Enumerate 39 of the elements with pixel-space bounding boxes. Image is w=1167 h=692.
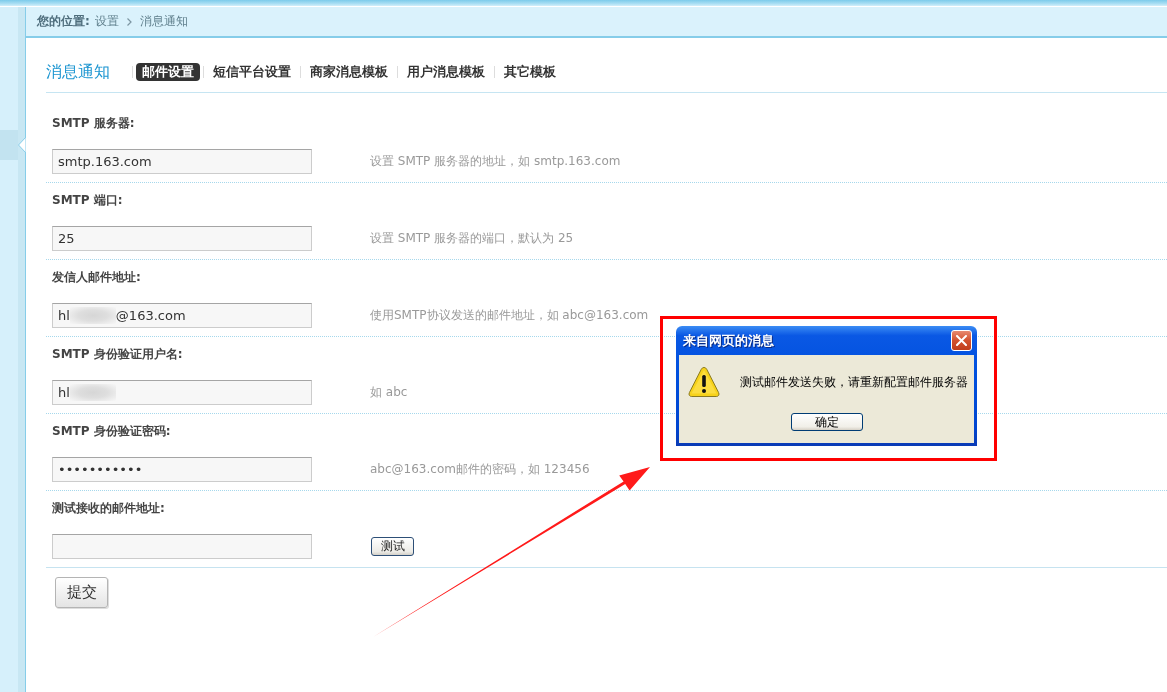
ok-button[interactable]: 确定: [790, 413, 863, 431]
breadcrumb-link[interactable]: 消息通知: [139, 13, 188, 30]
input-field[interactable]: 25: [52, 226, 312, 251]
hint-text: abc@163.com邮件的密码，如 123456: [370, 461, 590, 478]
breadcrumb-label: 您的位置:: [37, 13, 90, 30]
tab[interactable]: 其它模板: [498, 63, 562, 81]
sidebar-selected-item: [0, 130, 18, 160]
input-field[interactable]: smtp.163.com: [52, 149, 312, 174]
redaction-blur: [69, 384, 116, 401]
tab[interactable]: 商家消息模板: [304, 63, 394, 81]
hint-text: 使用SMTP协议发送的邮件地址，如 abc@163.com: [370, 307, 649, 324]
warning-icon: [688, 366, 720, 398]
input-field[interactable]: •••••••••••: [52, 457, 312, 482]
input-field[interactable]: [52, 534, 312, 559]
tab[interactable]: 用户消息模板: [401, 63, 491, 81]
test-button[interactable]: 测试: [371, 537, 414, 556]
field-label: 发信人邮件地址:: [52, 269, 141, 285]
pointer-notch-icon: [18, 137, 26, 153]
chevron-icon: [126, 17, 132, 26]
field-label: SMTP 身份验证用户名:: [52, 346, 183, 362]
submit-button[interactable]: 提交: [55, 577, 108, 608]
dialog-title: 来自网页的消息: [683, 331, 774, 350]
page-title: 消息通知: [46, 61, 110, 83]
field-label: SMTP 身份验证密码:: [52, 423, 171, 439]
hint-text: 设置 SMTP 服务器的地址，如 smtp.163.com: [370, 153, 621, 170]
dialog-message: 测试邮件发送失败，请重新配置邮件服务器: [740, 373, 968, 391]
field-label: SMTP 端口:: [52, 192, 123, 208]
tab[interactable]: 邮件设置: [136, 63, 200, 81]
redaction-blur: [69, 307, 116, 324]
field-label: SMTP 服务器:: [52, 115, 135, 131]
input-field[interactable]: hl @163.com: [52, 303, 312, 328]
close-button[interactable]: [951, 330, 972, 351]
field-label: 测试接收的邮件地址:: [52, 500, 165, 516]
tab[interactable]: 短信平台设置: [207, 63, 297, 81]
hint-text: 如 abc: [370, 384, 408, 401]
input-field[interactable]: hl: [52, 380, 312, 405]
hint-text: 设置 SMTP 服务器的端口，默认为 25: [370, 230, 574, 247]
breadcrumb-link[interactable]: 设置: [94, 13, 119, 30]
close-icon: [956, 335, 967, 346]
